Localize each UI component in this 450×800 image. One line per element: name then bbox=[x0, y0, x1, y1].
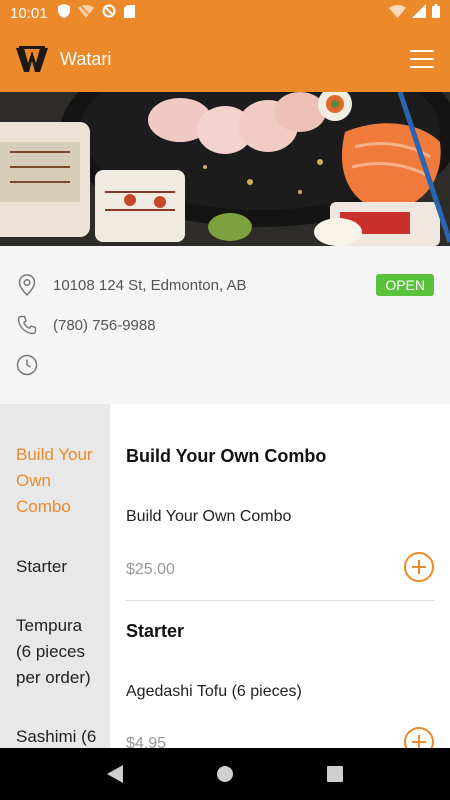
home-icon[interactable] bbox=[210, 759, 240, 789]
address-text: 10108 124 St, Edmonton, AB bbox=[53, 276, 247, 294]
phone-icon bbox=[16, 314, 38, 336]
phone-row[interactable]: (780) 756-9988 bbox=[16, 314, 156, 336]
category-sidebar: Build Your Own Combo Starter Tempura (6 … bbox=[0, 404, 110, 748]
restaurant-info: 10108 124 St, Edmonton, AB OPEN (780) 75… bbox=[0, 246, 450, 404]
system-navigation-bar bbox=[0, 748, 450, 800]
battery-icon bbox=[432, 4, 440, 22]
wifi-x-icon bbox=[389, 4, 406, 22]
app-title: Watari bbox=[60, 48, 112, 69]
app-bar: Watari bbox=[0, 26, 450, 92]
menu-list: Build Your Own Combo Build Your Own Comb… bbox=[110, 404, 450, 748]
divider bbox=[126, 600, 434, 601]
category-sashimi[interactable]: Sashimi (6 bbox=[0, 724, 110, 748]
menu-item-name[interactable]: Build Your Own Combo bbox=[126, 508, 291, 526]
restaurant-hero-image bbox=[0, 92, 450, 246]
signal-icon bbox=[412, 4, 426, 22]
sd-card-icon bbox=[123, 4, 135, 22]
shield-icon bbox=[57, 4, 70, 22]
status-bar: 10:01 bbox=[0, 0, 450, 26]
address-row[interactable]: 10108 124 St, Edmonton, AB bbox=[16, 274, 246, 296]
add-item-button[interactable] bbox=[404, 552, 434, 582]
category-starter[interactable]: Starter bbox=[0, 554, 110, 580]
phone-text: (780) 756-9988 bbox=[53, 316, 156, 334]
location-pin-icon bbox=[16, 274, 38, 296]
section-title-build-your-own-combo: Build Your Own Combo bbox=[126, 446, 327, 466]
plus-icon bbox=[412, 735, 426, 748]
category-build-your-own-combo[interactable]: Build Your Own Combo bbox=[0, 442, 110, 520]
watari-logo-icon bbox=[16, 45, 48, 73]
menu-item-price: $25.00 bbox=[126, 561, 175, 578]
menu-item-name[interactable]: Agedashi Tofu (6 pieces) bbox=[126, 683, 302, 701]
back-icon[interactable] bbox=[100, 759, 130, 789]
hamburger-menu-icon[interactable] bbox=[410, 50, 434, 68]
plus-icon bbox=[412, 560, 426, 574]
open-status-badge: OPEN bbox=[376, 274, 434, 296]
status-time: 10:01 bbox=[10, 4, 48, 22]
no-sync-icon bbox=[102, 4, 116, 22]
add-item-button[interactable] bbox=[404, 727, 434, 748]
section-title-starter: Starter bbox=[126, 621, 185, 641]
hours-row[interactable] bbox=[16, 354, 53, 376]
menu-item-price: $4.95 bbox=[126, 735, 167, 748]
category-tempura[interactable]: Tempura (6 pieces per order) bbox=[0, 613, 110, 691]
recents-icon[interactable] bbox=[320, 759, 350, 789]
wifi-off-icon bbox=[77, 4, 94, 22]
clock-icon bbox=[16, 354, 38, 376]
